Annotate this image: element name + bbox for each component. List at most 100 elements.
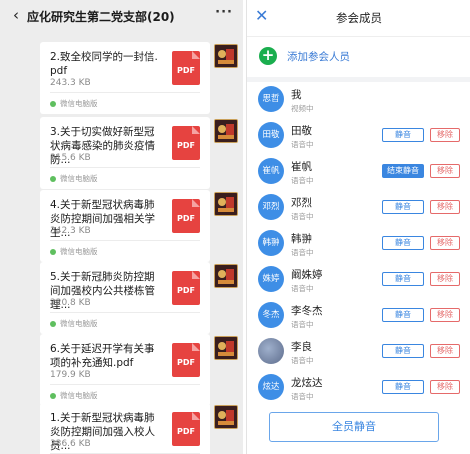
remove-button[interactable]: 移除 (430, 200, 460, 214)
file-message[interactable]: 3.关于切实做好新型冠状病毒感染的肺炎疫情防... 315.6 KB PDF 微信电脑… (40, 117, 210, 189)
file-message[interactable]: 2.致全校同学的一封信.pdf 243.3 KB PDF 微信电脑版 (40, 42, 210, 114)
member-row: 姝婷 阚姝婷语音中 静音 移除 (247, 262, 470, 298)
member-name: 邓烈 (291, 197, 312, 209)
member-row: 李良语音中 静音 移除 (247, 334, 470, 370)
member-name: 龙炫达 (291, 377, 323, 389)
pdf-label: PDF (177, 358, 195, 367)
remove-button[interactable]: 移除 (430, 344, 460, 358)
member-avatar: 思哲 (258, 86, 284, 112)
members-panel: ✕ 参会成员 + 添加参会人员 思哲我视频中 田敬 田敬 语音中 静音 移除 崔帆 崔帆 语音中… (246, 0, 470, 454)
member-name: 阚姝婷 (291, 269, 323, 281)
wechat-icon (50, 320, 56, 327)
avatar[interactable] (214, 264, 238, 288)
remove-button[interactable]: 移除 (430, 272, 460, 286)
remove-button[interactable]: 移除 (430, 308, 460, 322)
remove-button[interactable]: 移除 (430, 128, 460, 142)
add-member-row[interactable]: + 添加参会人员 (247, 37, 470, 77)
member-status: 语音中 (291, 212, 314, 221)
members-title: 参会成员 (336, 11, 382, 25)
member-name: 田敬 (291, 125, 312, 137)
divider (50, 240, 200, 241)
file-name: 2.致全校同学的一封信.pdf (50, 51, 158, 77)
mute-all-button[interactable]: 全员静音 (269, 412, 439, 442)
member-row: 邓烈 邓烈 语音中 静音 移除 (247, 190, 470, 226)
wechat-icon (50, 175, 56, 182)
plus-icon[interactable]: + (259, 47, 277, 65)
avatar[interactable] (214, 336, 238, 360)
chat-panel: ‹ 应化研究生第二党支部(20) ··· 2.致全校同学的一封信.pdf 243.… (0, 0, 243, 454)
member-row: 冬杰 李冬杰语音中 静音 移除 (247, 298, 470, 334)
source-label: 微信电脑版 (60, 99, 98, 108)
divider (50, 384, 200, 385)
wechat-icon (50, 248, 56, 255)
pdf-label: PDF (177, 141, 195, 150)
remove-button[interactable]: 移除 (430, 164, 460, 178)
mute-button[interactable]: 静音 (382, 272, 424, 286)
file-size: 315.6 KB (50, 153, 91, 163)
divider (50, 92, 200, 93)
member-status: 视频中 (291, 104, 314, 113)
remove-button[interactable]: 移除 (430, 236, 460, 250)
file-size: 220.8 KB (50, 298, 91, 308)
member-name: 李冬杰 (291, 305, 323, 317)
member-name: 我 (291, 89, 302, 101)
avatar[interactable] (214, 405, 238, 429)
avatar[interactable] (214, 119, 238, 143)
member-avatar: 崔帆 (258, 158, 284, 184)
pdf-file-icon: PDF (172, 412, 200, 446)
pdf-file-icon: PDF (172, 343, 200, 377)
file-size: 336.6 KB (50, 439, 91, 449)
file-message[interactable]: 1.关于新型冠状病毒肺炎防控期间加强入校人员...336.6 KBPDF微信电脑… (40, 403, 210, 454)
source-label: 微信电脑版 (60, 174, 98, 183)
mute-button[interactable]: 静音 (382, 380, 424, 394)
member-name: 李良 (291, 341, 312, 353)
mute-button[interactable]: 静音 (382, 308, 424, 322)
pdf-file-icon: PDF (172, 51, 200, 85)
file-size: 179.9 KB (50, 370, 91, 380)
pdf-file-icon: PDF (172, 271, 200, 305)
file-name: 6.关于延迟开学有关事项的补充通知.pdf (50, 343, 155, 369)
member-status: 语音中 (291, 320, 314, 329)
message-source: 微信电脑版 (50, 390, 98, 401)
message-source: 微信电脑版 (50, 246, 98, 257)
member-row: 崔帆 崔帆 语音中 结束静音 移除 (247, 154, 470, 190)
chevron-left-icon[interactable]: ‹ (9, 6, 23, 24)
file-message[interactable]: 5.关于新冠肺炎防控期间加强校内公共楼栋管理... 220.8 KB PDF 微信电脑… (40, 262, 210, 334)
message-source: 微信电脑版 (50, 318, 98, 329)
member-status: 语音中 (291, 140, 314, 149)
pdf-label: PDF (177, 286, 195, 295)
member-avatar: 炫达 (258, 374, 284, 400)
more-icon[interactable]: ··· (215, 5, 233, 20)
file-size: 243.3 KB (50, 78, 91, 88)
divider (50, 167, 200, 168)
avatar[interactable] (214, 192, 238, 216)
file-size: 342.3 KB (50, 226, 91, 236)
member-status: 语音中 (291, 356, 314, 365)
mute-button[interactable]: 静音 (382, 344, 424, 358)
member-status: 语音中 (291, 284, 314, 293)
member-avatar: 韩翀 (258, 230, 284, 256)
mute-button[interactable]: 静音 (382, 200, 424, 214)
mute-button[interactable]: 静音 (382, 128, 424, 142)
pdf-file-icon: PDF (172, 199, 200, 233)
source-label: 微信电脑版 (60, 319, 98, 328)
member-name: 韩翀 (291, 233, 312, 245)
remove-button[interactable]: 移除 (430, 380, 460, 394)
pdf-file-icon: PDF (172, 126, 200, 160)
wechat-icon (50, 392, 56, 399)
message-source: 微信电脑版 (50, 98, 98, 109)
avatar[interactable] (214, 44, 238, 68)
member-avatar: 冬杰 (258, 302, 284, 328)
member-row: 田敬 田敬 语音中 静音 移除 (247, 118, 470, 154)
add-member-label[interactable]: 添加参会人员 (287, 49, 350, 64)
member-status: 语音中 (291, 248, 314, 257)
footer: 全员静音 (247, 401, 470, 454)
file-message[interactable]: 4.关于新型冠状病毒肺炎防控期间加强相关学生... 342.3 KB PDF 微信电脑… (40, 190, 210, 262)
file-message[interactable]: 6.关于延迟开学有关事项的补充通知.pdf 179.9 KB PDF 微信电脑版 (40, 334, 210, 406)
member-avatar: 邓烈 (258, 194, 284, 220)
mute-button[interactable]: 静音 (382, 236, 424, 250)
member-avatar: 姝婷 (258, 266, 284, 292)
unmute-button[interactable]: 结束静音 (382, 164, 424, 178)
pdf-label: PDF (177, 66, 195, 75)
member-row: 韩翀 韩翀 语音中 静音 移除 (247, 226, 470, 262)
